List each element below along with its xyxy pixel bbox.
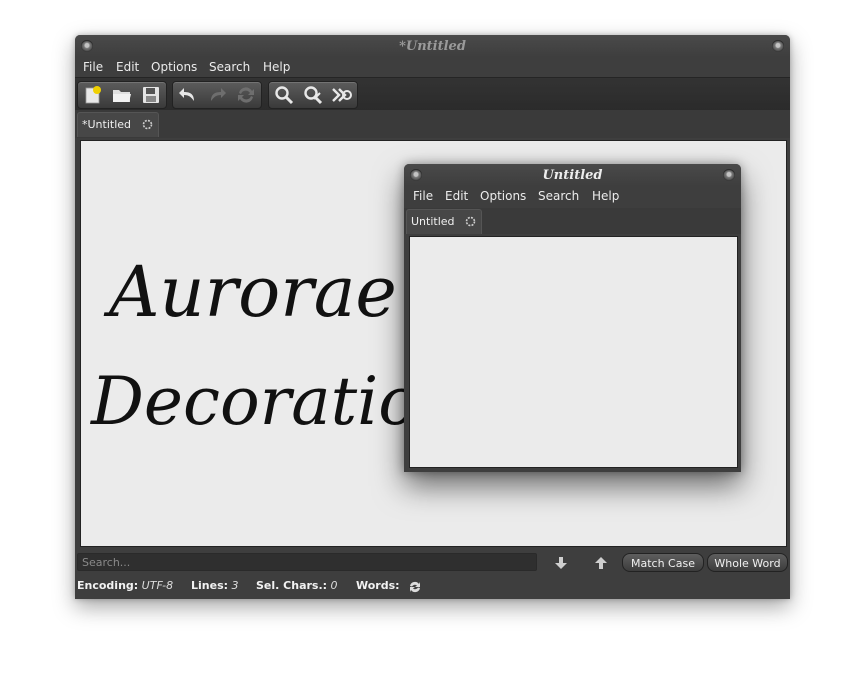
words-label: Words: — [356, 579, 400, 592]
menu-options[interactable]: Options — [151, 60, 197, 74]
search-bar: Match Case Whole Word — [75, 550, 790, 576]
sel-chars-value: 0 — [330, 579, 338, 592]
match-case-button[interactable]: Match Case — [622, 553, 704, 572]
arrow-up-icon[interactable] — [591, 554, 611, 572]
preview-tab-bar: Untitled — [404, 208, 741, 234]
preview-menu-file[interactable]: File — [413, 189, 433, 203]
open-folder-icon[interactable] — [108, 82, 136, 108]
reload-icon[interactable] — [232, 82, 260, 108]
status-encoding: Encoding: UTF-8 — [77, 579, 173, 592]
arrow-down-icon[interactable] — [551, 554, 571, 572]
tab-label: *Untitled — [82, 118, 132, 131]
lines-value: 3 — [231, 579, 239, 592]
menu-edit[interactable]: Edit — [116, 60, 139, 74]
preview-tab-label: Untitled — [411, 215, 455, 228]
preview-window: Untitled File Edit Options Search Help U… — [404, 164, 741, 472]
window-title: *Untitled — [399, 39, 466, 54]
preview-window-title: Untitled — [542, 168, 603, 183]
jump-icon[interactable] — [328, 82, 356, 108]
preview-menu-edit[interactable]: Edit — [445, 189, 468, 203]
menu-file[interactable]: File — [83, 60, 103, 74]
status-words: Words: — [356, 579, 400, 592]
preview-menu-help[interactable]: Help — [592, 189, 619, 203]
new-document-icon[interactable] — [79, 82, 107, 108]
whole-word-button[interactable]: Whole Word — [707, 553, 788, 572]
tab-untitled[interactable]: *Untitled — [77, 112, 159, 137]
sel-chars-label: Sel. Chars.: — [256, 579, 328, 592]
file-toolbar-group — [77, 81, 167, 109]
preview-menu-search[interactable]: Search — [538, 189, 579, 203]
toolbar — [75, 77, 790, 111]
encoding-value: UTF-8 — [141, 579, 174, 592]
status-lines: Lines: 3 — [191, 579, 239, 592]
preview-menu-options[interactable]: Options — [480, 189, 526, 203]
find-icon[interactable] — [270, 82, 298, 108]
status-sel-chars: Sel. Chars.: 0 — [256, 579, 338, 592]
close-tab-icon[interactable] — [141, 118, 154, 131]
editor-text-line-1: Aurorae — [109, 251, 397, 333]
preview-text-editor[interactable] — [409, 236, 738, 468]
preview-window-close-button[interactable] — [723, 169, 735, 181]
refresh-icon[interactable] — [408, 580, 422, 597]
tab-bar: *Untitled — [75, 110, 790, 138]
menu-help[interactable]: Help — [263, 60, 290, 74]
edit-toolbar-group — [172, 81, 262, 109]
lines-label: Lines: — [191, 579, 229, 592]
status-bar: Encoding: UTF-8 Lines: 3 Sel. Chars.: 0 … — [75, 576, 790, 599]
search-input[interactable] — [77, 553, 537, 571]
menu-search[interactable]: Search — [209, 60, 250, 74]
encoding-label: Encoding: — [77, 579, 139, 592]
window-close-button[interactable] — [772, 40, 784, 52]
preview-tab-untitled[interactable]: Untitled — [406, 209, 482, 234]
undo-icon[interactable] — [174, 82, 202, 108]
preview-menu-bar: File Edit Options Search Help — [404, 186, 741, 206]
title-bar[interactable]: *Untitled — [75, 35, 790, 57]
redo-icon[interactable] — [203, 82, 231, 108]
close-tab-icon[interactable] — [464, 215, 477, 228]
preview-title-bar[interactable]: Untitled — [404, 164, 741, 186]
save-icon[interactable] — [137, 82, 165, 108]
search-toolbar-group — [268, 81, 358, 109]
find-replace-icon[interactable] — [299, 82, 327, 108]
menu-bar: File Edit Options Search Help — [75, 57, 790, 77]
